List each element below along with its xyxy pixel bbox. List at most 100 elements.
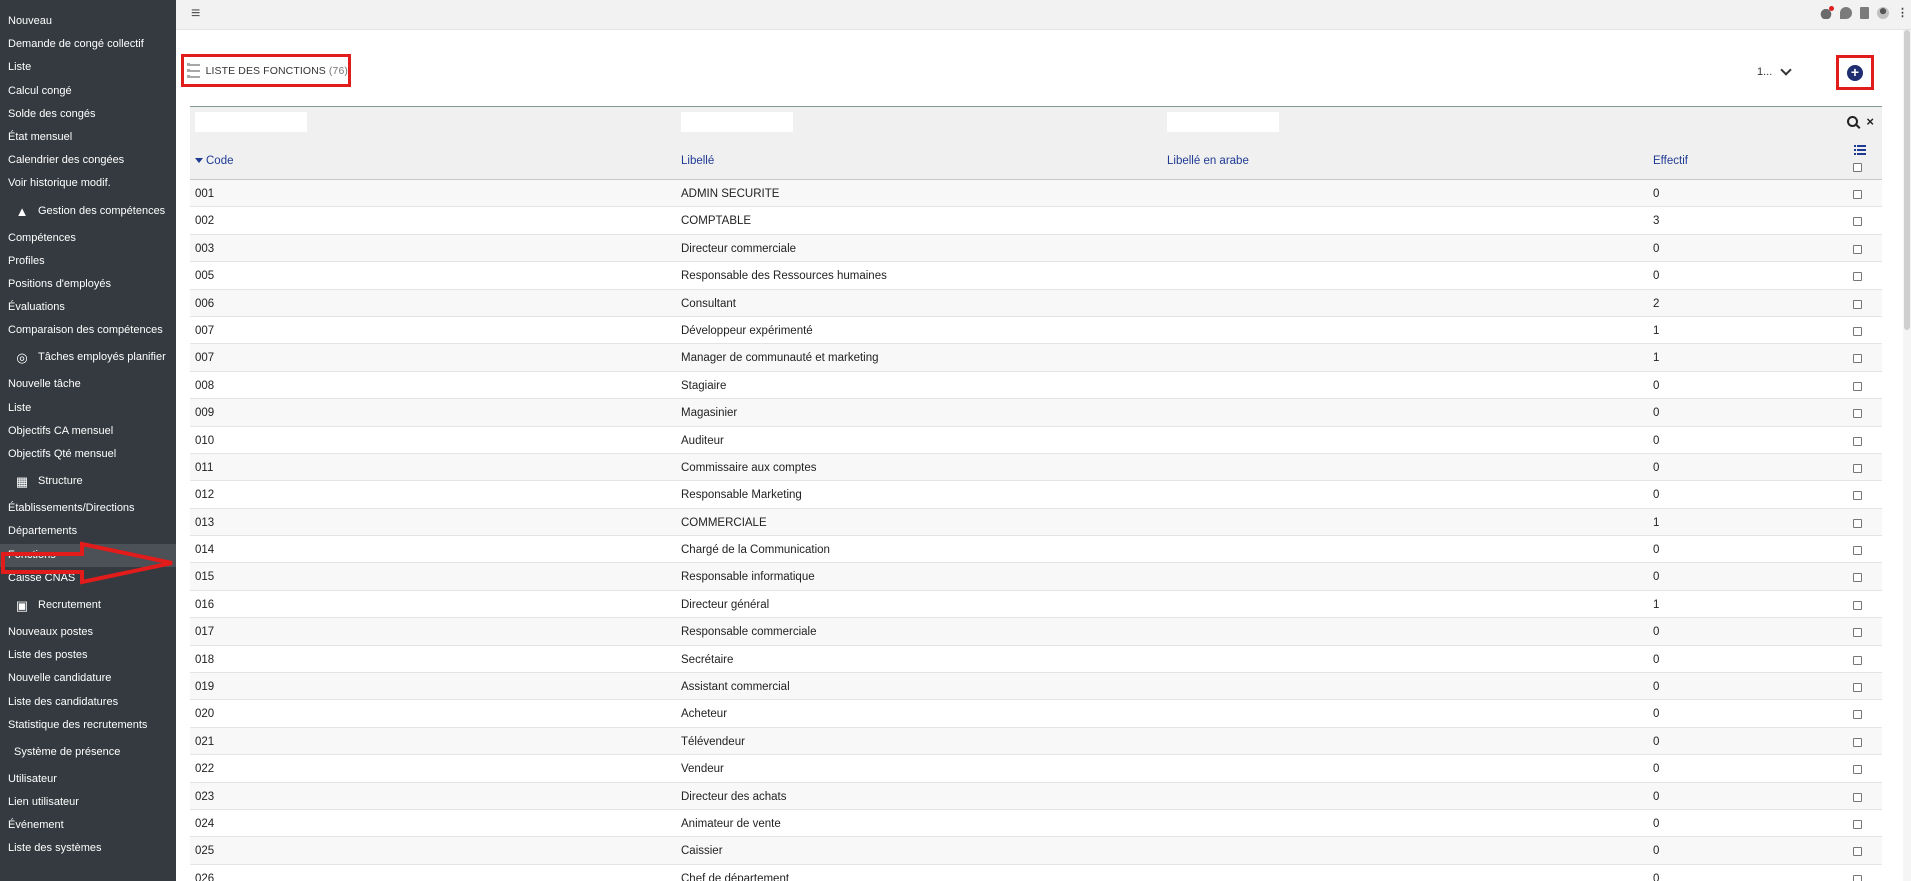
row-checkbox[interactable]	[1853, 409, 1862, 419]
row-checkbox[interactable]	[1853, 244, 1862, 254]
sidebar-item-voir-historique-modif[interactable]: Voir historique modif.	[0, 172, 176, 195]
trash-icon[interactable]	[1860, 7, 1869, 19]
table-row[interactable]: 013 COMMERCIALE 1	[190, 508, 1882, 537]
bell-icon[interactable]	[1820, 6, 1834, 19]
row-checkbox[interactable]	[1853, 655, 1862, 665]
table-row[interactable]: 003 Directeur commerciale 0	[190, 234, 1882, 263]
row-checkbox[interactable]	[1853, 710, 1862, 720]
table-row[interactable]: 015 Responsable informatique 0	[190, 563, 1882, 591]
sidebar-section-recrutement[interactable]: ▣ Recrutement	[0, 590, 176, 621]
table-row[interactable]: 007 Manager de communauté et marketing 1	[190, 344, 1882, 372]
row-checkbox[interactable]	[1853, 491, 1862, 501]
search-icon[interactable]	[1847, 116, 1859, 127]
sidebar-item-comparaison-des-competences[interactable]: Comparaison des compétences	[0, 319, 176, 342]
sidebar-item-demande-de-conge-collectif[interactable]: Demande de congé collectif	[0, 33, 176, 56]
sidebar-item-etablissements-directions[interactable]: Établissements/Directions	[0, 497, 176, 520]
row-checkbox[interactable]	[1853, 190, 1862, 199]
sidebar-item-statistique-des-recrutements[interactable]: Statistique des recrutements	[0, 714, 176, 737]
sidebar-section-gestion-des-competences[interactable]: ▲ Gestion des compétences	[0, 196, 176, 227]
table-row[interactable]: 012 Responsable Marketing 0	[190, 481, 1882, 509]
col-header-libelle[interactable]: Libellé	[681, 155, 714, 167]
row-checkbox[interactable]	[1853, 683, 1862, 693]
table-row[interactable]: 014 Chargé de la Communication 0	[190, 536, 1882, 564]
avatar-icon[interactable]	[1877, 7, 1889, 19]
sidebar-item-competences[interactable]: Compétences	[0, 227, 176, 250]
sidebar-item-calcul-conge[interactable]: Calcul congé	[0, 80, 176, 103]
table-row[interactable]: 017 Responsable commerciale 0	[190, 618, 1882, 646]
table-row[interactable]: 007 Développeur expérimenté 1	[190, 317, 1882, 345]
table-row[interactable]: 001 ADMIN SECURITE 0	[190, 180, 1882, 208]
row-checkbox[interactable]	[1853, 792, 1862, 802]
row-checkbox[interactable]	[1853, 847, 1862, 857]
sidebar-item-nouveaux-postes[interactable]: Nouveaux postes	[0, 621, 176, 644]
table-row[interactable]: 023 Directeur des achats 0	[190, 782, 1882, 810]
row-checkbox[interactable]	[1853, 546, 1862, 556]
table-row[interactable]: 002 COMPTABLE 3	[190, 207, 1882, 235]
sidebar-section-taches-employes-planifier[interactable]: ◎ Tâches employés planifier	[0, 342, 176, 373]
page-size-select[interactable]: 1...	[1757, 63, 1805, 81]
menu-icon[interactable]: ≡	[191, 5, 200, 23]
sidebar-item-lien-utilisateur[interactable]: Lien utilisateur	[0, 791, 176, 814]
sidebar-item-positions-d-employes[interactable]: Positions d'employés	[0, 273, 176, 296]
sidebar-item-liste-des-systemes[interactable]: Liste des systèmes	[0, 837, 176, 860]
page-scrollbar[interactable]	[1903, 30, 1911, 881]
table-row[interactable]: 016 Directeur général 1	[190, 591, 1882, 619]
filter-libelle-input[interactable]	[681, 112, 793, 132]
row-checkbox[interactable]	[1853, 381, 1862, 391]
sidebar-section-structure[interactable]: ▦ Structure	[0, 466, 176, 497]
sidebar-item-nouvelle-candidature[interactable]: Nouvelle candidature	[0, 667, 176, 690]
sidebar-item-solde-des-conges[interactable]: Solde des congés	[0, 103, 176, 126]
row-checkbox[interactable]	[1853, 326, 1862, 336]
sidebar-item-nouvelle-tache[interactable]: Nouvelle tâche	[0, 373, 176, 396]
column-chooser-icon[interactable]	[1854, 145, 1866, 155]
col-header-arabe[interactable]: Libellé en arabe	[1167, 155, 1249, 167]
sidebar-item-liste[interactable]: Liste	[0, 397, 176, 420]
kebab-icon[interactable]: ⋮	[1897, 7, 1908, 19]
row-checkbox[interactable]	[1853, 272, 1862, 282]
table-row[interactable]: 025 Caissier 0	[190, 837, 1882, 865]
row-checkbox[interactable]	[1853, 573, 1862, 583]
select-all-checkbox[interactable]	[1853, 163, 1862, 172]
col-header-code[interactable]: Code	[195, 155, 234, 167]
sidebar-item-caisse-cnas[interactable]: Caisse CNAS	[0, 567, 176, 590]
table-row[interactable]: 011 Commissaire aux comptes 0	[190, 453, 1882, 482]
sidebar-item-fonctions[interactable]: Fonctions	[0, 543, 176, 567]
row-checkbox[interactable]	[1853, 354, 1862, 364]
sidebar-item-departements[interactable]: Départements	[0, 520, 176, 543]
sidebar-item-objectifs-ca-mensuel[interactable]: Objectifs CA mensuel	[0, 420, 176, 443]
sidebar-section-systeme-de-presence[interactable]: Système de présence	[0, 737, 176, 768]
table-row[interactable]: 019 Assistant commercial 0	[190, 673, 1882, 701]
sidebar-item-evaluations[interactable]: Évaluations	[0, 296, 176, 319]
table-row[interactable]: 005 Responsable des Ressources humaines 0	[190, 262, 1882, 290]
sidebar-item-profiles[interactable]: Profiles	[0, 250, 176, 273]
table-row[interactable]: 006 Consultant 2	[190, 289, 1882, 317]
sidebar-item-etat-mensuel[interactable]: État mensuel	[0, 126, 176, 149]
table-row[interactable]: 009 Magasinier 0	[190, 399, 1882, 427]
row-checkbox[interactable]	[1853, 600, 1862, 610]
table-row[interactable]: 010 Auditeur 0	[190, 427, 1882, 454]
scrollbar-thumb[interactable]	[1904, 30, 1910, 330]
add-icon[interactable]: +	[1847, 64, 1863, 81]
filter-code-input[interactable]	[195, 112, 307, 132]
sidebar-item-liste-des-postes[interactable]: Liste des postes	[0, 644, 176, 667]
table-row[interactable]: 022 Vendeur 0	[190, 755, 1882, 783]
row-checkbox[interactable]	[1853, 737, 1862, 747]
table-row[interactable]: 026 Chef de département 0	[190, 865, 1882, 881]
sidebar-item-nouveau[interactable]: Nouveau	[0, 10, 176, 33]
sidebar-item-utilisateur[interactable]: Utilisateur	[0, 768, 176, 791]
filter-arabe-input[interactable]	[1167, 112, 1279, 132]
chat-icon[interactable]	[1840, 7, 1852, 19]
row-checkbox[interactable]	[1853, 874, 1862, 881]
row-checkbox[interactable]	[1853, 628, 1862, 638]
row-checkbox[interactable]	[1853, 518, 1862, 528]
sidebar-item-calendrier-des-congees[interactable]: Calendrier des congées	[0, 149, 176, 172]
row-checkbox[interactable]	[1853, 463, 1862, 473]
table-row[interactable]: 008 Stagiaire 0	[190, 372, 1882, 400]
sidebar-item-evenement[interactable]: Événement	[0, 814, 176, 837]
table-row[interactable]: 020 Acheteur 0	[190, 700, 1882, 728]
sidebar-item-liste-des-candidatures[interactable]: Liste des candidatures	[0, 691, 176, 714]
row-checkbox[interactable]	[1853, 299, 1862, 309]
row-checkbox[interactable]	[1853, 436, 1862, 446]
table-row[interactable]: 024 Animateur de vente 0	[190, 810, 1882, 838]
row-checkbox[interactable]	[1853, 819, 1862, 829]
